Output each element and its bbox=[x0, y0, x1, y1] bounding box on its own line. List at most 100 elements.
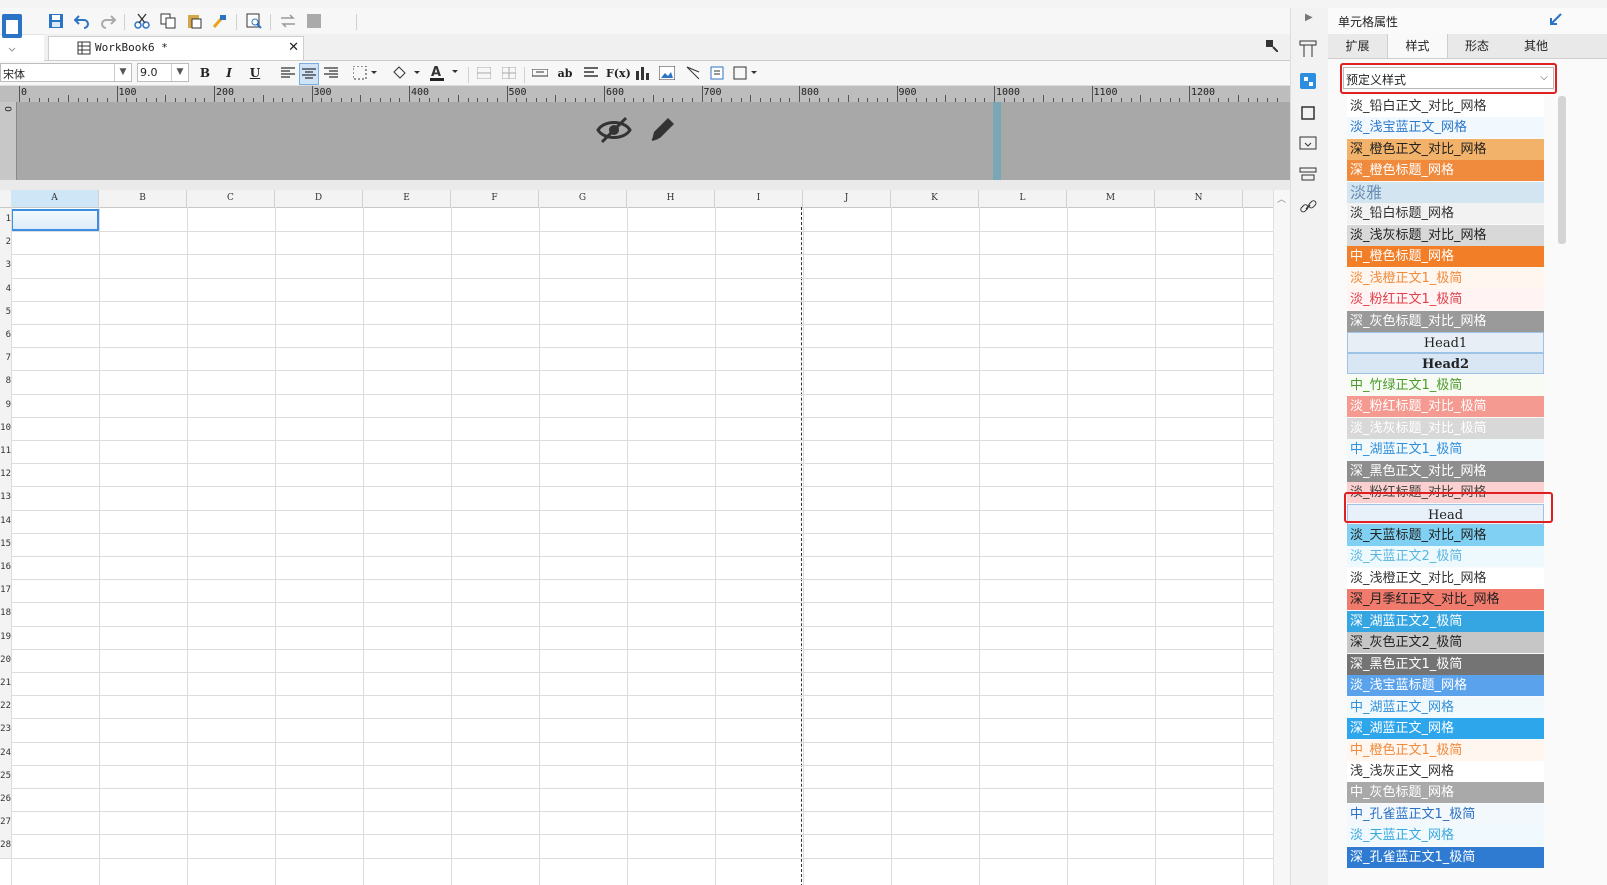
row-header[interactable]: 15 bbox=[0, 532, 11, 556]
column-header[interactable]: C bbox=[187, 190, 275, 207]
row-header[interactable]: 9 bbox=[0, 393, 11, 417]
row-header[interactable]: 1 bbox=[0, 208, 11, 232]
hyperlink-icon[interactable] bbox=[1299, 198, 1319, 218]
style-list-item[interactable]: 中_孔雀蓝正文1_极简 bbox=[1347, 803, 1544, 825]
style-list-item[interactable]: 中_橙色标题_网格 bbox=[1347, 246, 1544, 268]
row-header[interactable]: 22 bbox=[0, 695, 11, 719]
style-list-item[interactable]: 深_月季红正文_对比_网格 bbox=[1347, 589, 1544, 611]
row-header[interactable]: 17 bbox=[0, 579, 11, 603]
cut-icon[interactable] bbox=[132, 11, 152, 31]
column-header[interactable]: B bbox=[99, 190, 187, 207]
row-header[interactable]: 4 bbox=[0, 277, 11, 301]
row-header[interactable]: 3 bbox=[0, 254, 11, 278]
style-list-item[interactable]: 淡_粉红正文1_极简 bbox=[1347, 289, 1544, 311]
style-list-item[interactable]: 淡_浅橙正文1_极简 bbox=[1347, 267, 1544, 289]
align-left-icon[interactable] bbox=[279, 63, 297, 83]
style-list-item[interactable]: 淡雅 bbox=[1347, 181, 1544, 203]
row-header[interactable]: 5 bbox=[0, 300, 11, 324]
pencil-icon[interactable] bbox=[646, 114, 678, 146]
row-header[interactable]: 24 bbox=[0, 741, 11, 765]
style-list-item[interactable]: 中_湖蓝正文_网格 bbox=[1347, 696, 1544, 718]
font-color-icon[interactable]: A bbox=[430, 63, 460, 83]
scroll-up-icon[interactable]: ︿ bbox=[1277, 192, 1286, 205]
widget-icon[interactable] bbox=[1299, 135, 1319, 155]
subreport-icon[interactable] bbox=[708, 63, 726, 83]
column-header[interactable]: G bbox=[539, 190, 627, 207]
row-header[interactable]: 14 bbox=[0, 509, 11, 533]
preview-icon[interactable] bbox=[244, 11, 264, 31]
style-list-item[interactable]: 淡_浅宝蓝标题_网格 bbox=[1347, 675, 1544, 697]
chart-icon[interactable] bbox=[633, 63, 651, 83]
style-list-item[interactable]: 中_灰色标题_网格 bbox=[1347, 782, 1544, 804]
tab-form[interactable]: 形态 bbox=[1448, 34, 1506, 58]
row-header[interactable]: 19 bbox=[0, 625, 11, 649]
column-header[interactable]: N bbox=[1155, 190, 1243, 207]
collapse-icon[interactable] bbox=[1549, 12, 1563, 26]
style-list-item[interactable]: 深_橙色标题_网格 bbox=[1347, 160, 1544, 182]
cell-border-icon[interactable] bbox=[733, 63, 759, 83]
data-icon[interactable] bbox=[1299, 166, 1319, 186]
split-icon[interactable] bbox=[500, 63, 518, 83]
swap-icon[interactable] bbox=[278, 11, 298, 31]
formula-button[interactable]: F(x) bbox=[606, 63, 631, 83]
page-boundary-marker[interactable] bbox=[993, 102, 1001, 180]
style-list-item[interactable]: Head2 bbox=[1347, 353, 1544, 375]
style-list-item[interactable]: 深_灰色标题_对比_网格 bbox=[1347, 310, 1544, 332]
style-list-item[interactable]: 浅_浅灰正文_网格 bbox=[1347, 760, 1544, 782]
column-header[interactable]: H bbox=[627, 190, 715, 207]
frame-icon[interactable] bbox=[1299, 104, 1319, 124]
undo-icon[interactable] bbox=[72, 11, 92, 31]
row-header[interactable]: 28 bbox=[0, 834, 11, 858]
slash-icon[interactable] bbox=[684, 63, 702, 83]
save-icon[interactable] bbox=[46, 11, 66, 31]
grid-icon[interactable] bbox=[304, 11, 324, 31]
style-list-item[interactable]: 淡_浅灰标题_对比_极简 bbox=[1347, 417, 1544, 439]
tab-workbook6[interactable]: WorkBook6 * ✕ bbox=[48, 36, 304, 60]
style-list-item[interactable]: 深_橙色正文_对比_网格 bbox=[1347, 138, 1544, 160]
tab-style[interactable]: 样式 bbox=[1387, 34, 1448, 58]
column-header[interactable]: D bbox=[275, 190, 363, 207]
style-list-item[interactable]: 深_湖蓝正文2_极简 bbox=[1347, 610, 1544, 632]
style-list-item[interactable]: 淡_粉红标题_对比_极简 bbox=[1347, 396, 1544, 418]
style-list-item[interactable]: 淡_天蓝正文_网格 bbox=[1347, 825, 1544, 847]
selected-cell-a1[interactable] bbox=[11, 209, 99, 231]
style-list-item[interactable]: 淡_浅橙正文_对比_网格 bbox=[1347, 567, 1544, 589]
row-header[interactable]: 26 bbox=[0, 788, 11, 812]
font-family-select[interactable]: 宋体 ▼ bbox=[0, 63, 132, 82]
cell-style-icon[interactable] bbox=[1299, 72, 1319, 92]
style-list-item[interactable]: 中_湖蓝正文1_极简 bbox=[1347, 439, 1544, 461]
column-header[interactable]: I bbox=[715, 190, 803, 207]
chevron-down-icon[interactable]: ⌵ bbox=[1536, 68, 1552, 88]
style-list-item[interactable]: 淡_天蓝标题_对比_网格 bbox=[1347, 525, 1544, 546]
wrap-text-button[interactable]: ab bbox=[556, 63, 574, 83]
column-header[interactable]: K bbox=[891, 190, 979, 207]
style-list-item[interactable]: 淡_浅宝蓝正文_网格 bbox=[1347, 117, 1544, 139]
row-header[interactable]: 13 bbox=[0, 486, 11, 510]
border-icon[interactable] bbox=[353, 63, 377, 83]
row-header[interactable]: 27 bbox=[0, 811, 11, 835]
column-header[interactable]: J bbox=[803, 190, 891, 207]
row-header[interactable]: 7 bbox=[0, 347, 11, 371]
row-header[interactable]: 23 bbox=[0, 718, 11, 742]
vertical-scrollbar[interactable]: ︿ bbox=[1273, 190, 1290, 885]
style-list-item[interactable]: 深_孔雀蓝正文1_极简 bbox=[1347, 846, 1544, 868]
style-list-item[interactable]: 深_黑色正文_对比_网格 bbox=[1347, 460, 1544, 482]
eye-slash-icon[interactable] bbox=[596, 114, 632, 146]
row-header[interactable]: 8 bbox=[0, 370, 11, 394]
list-icon[interactable] bbox=[582, 63, 600, 83]
tab-expand[interactable]: 扩展 bbox=[1328, 34, 1387, 58]
style-list-item[interactable]: Head1 bbox=[1347, 331, 1544, 353]
insert-row-icon[interactable] bbox=[531, 63, 549, 83]
panel-toggle-icon[interactable] bbox=[1266, 40, 1280, 54]
row-header[interactable]: 6 bbox=[0, 324, 11, 348]
style-list-scrollbar[interactable] bbox=[1558, 96, 1566, 244]
fill-color-icon[interactable] bbox=[392, 63, 422, 83]
underline-button[interactable]: U bbox=[246, 63, 264, 83]
column-header[interactable]: A bbox=[11, 190, 99, 207]
row-header[interactable]: 2 bbox=[0, 231, 11, 255]
template-menu-icon[interactable] bbox=[0, 10, 26, 54]
paste-icon[interactable] bbox=[184, 11, 204, 31]
column-header[interactable]: E bbox=[363, 190, 451, 207]
layout-icon[interactable] bbox=[1299, 40, 1319, 60]
row-header[interactable]: 10 bbox=[0, 416, 11, 440]
